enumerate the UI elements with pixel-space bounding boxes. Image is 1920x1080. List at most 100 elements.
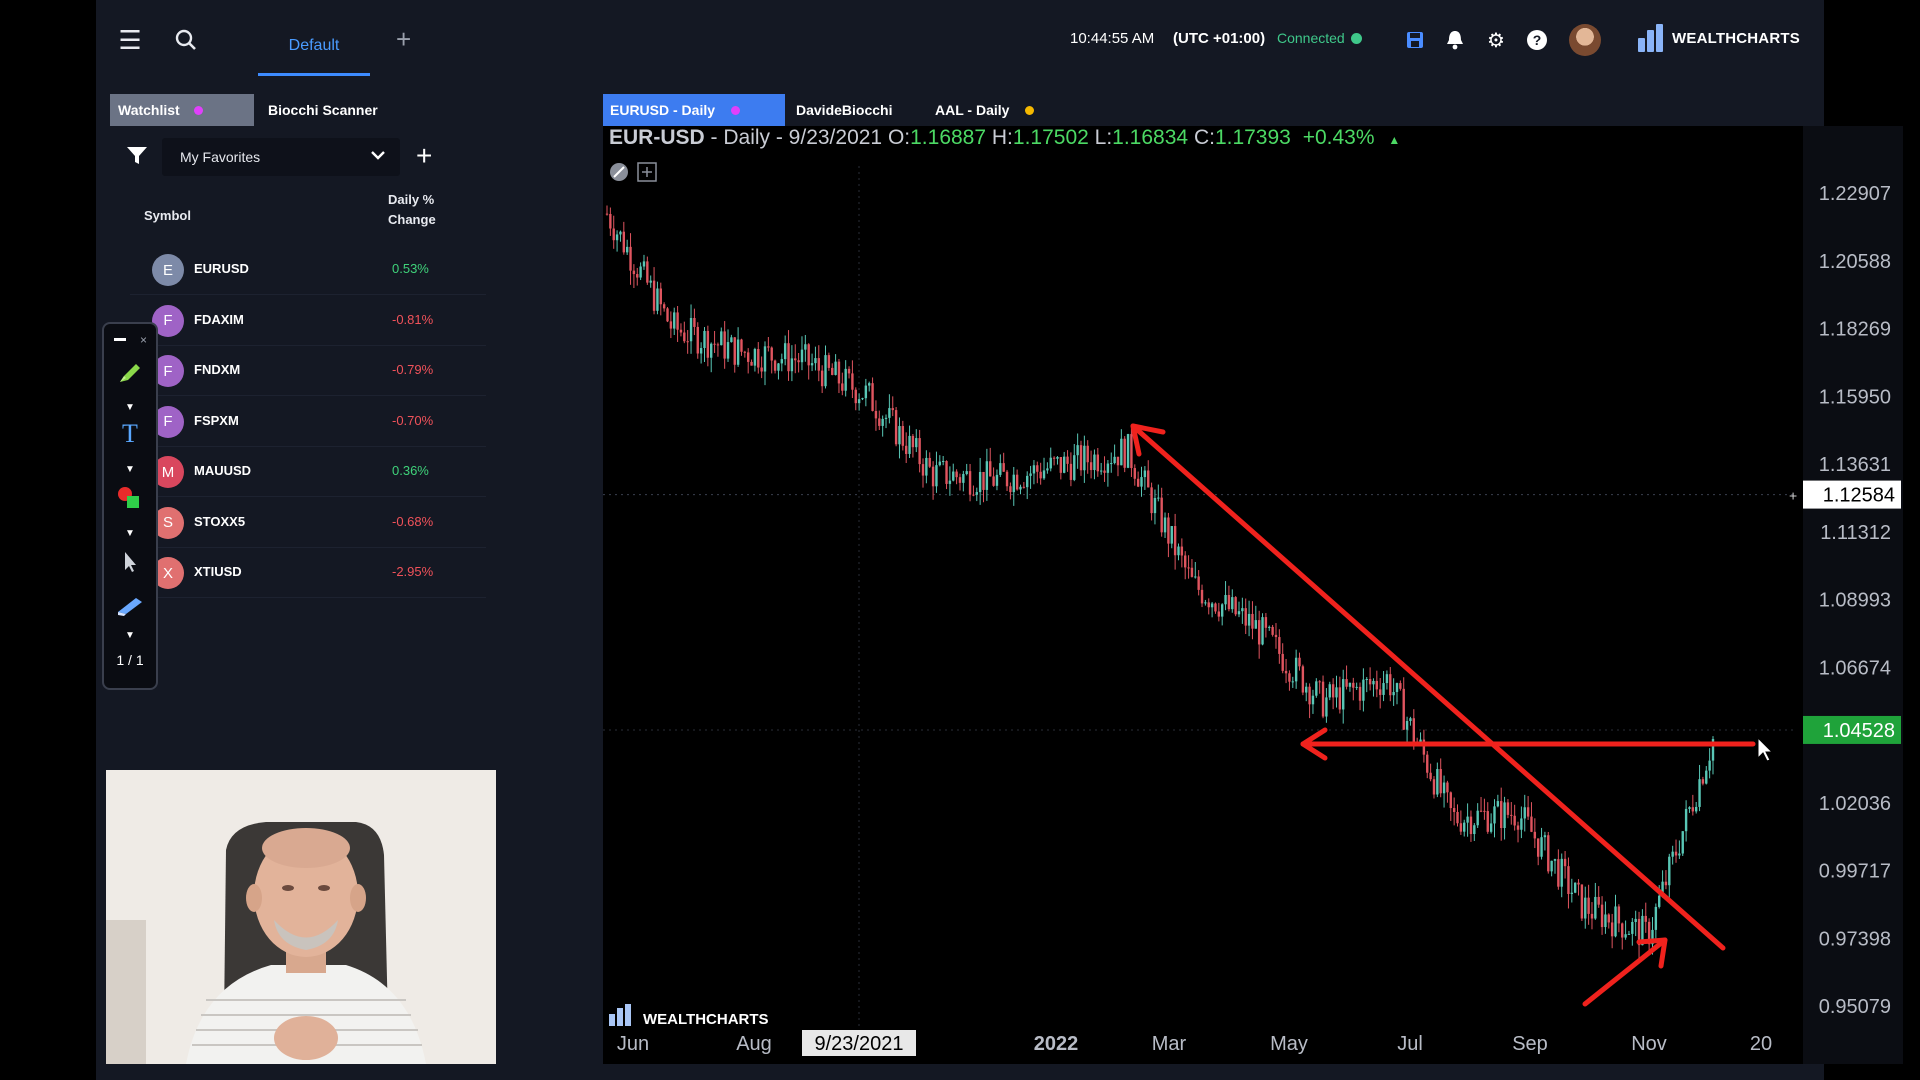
- watchlist-row[interactable]: X XTIUSD -2.95%: [130, 547, 486, 598]
- candle-body: [1110, 463, 1113, 465]
- candle-body: [1073, 455, 1076, 480]
- candle-body: [1560, 858, 1563, 887]
- gear-icon[interactable]: ⚙: [1482, 26, 1510, 54]
- hamburger-icon[interactable]: ☰: [112, 22, 148, 58]
- pointer-icon[interactable]: [104, 550, 156, 574]
- candle-body: [1634, 918, 1637, 922]
- help-icon[interactable]: ?: [1523, 26, 1551, 54]
- candle-body: [1698, 779, 1701, 807]
- filter-icon[interactable]: [126, 146, 148, 171]
- search-icon[interactable]: [168, 22, 204, 58]
- shapes-tool-icon[interactable]: [104, 484, 156, 512]
- candle-body: [1237, 611, 1241, 615]
- candle-body: [1227, 595, 1231, 610]
- candle-body: [1247, 613, 1251, 626]
- text-tool-icon[interactable]: T: [104, 420, 156, 446]
- x-tick-label: 20: [1750, 1033, 1772, 1055]
- candle-body: [659, 288, 662, 305]
- y-tick-label: 1.11312: [1820, 522, 1891, 544]
- tab-biocchi-scanner[interactable]: Biocchi Scanner: [268, 94, 378, 126]
- candle-body: [1550, 860, 1553, 872]
- y-tick-label: 1.20588: [1819, 251, 1891, 273]
- expand-arrow-icon[interactable]: ▼: [104, 528, 156, 539]
- watchlist-select[interactable]: My Favorites: [162, 138, 400, 176]
- y-tick-label: 1.13631: [1819, 454, 1891, 476]
- candle-body: [1234, 597, 1237, 615]
- candle-body: [1600, 904, 1604, 928]
- watchlist-row[interactable]: F FNDXM -0.79%: [130, 345, 486, 396]
- symbol-name: MAUUSD: [194, 463, 252, 478]
- candle-body: [649, 280, 652, 283]
- symbol-name: EURUSD: [194, 261, 249, 276]
- x-tick-label: Sep: [1512, 1033, 1548, 1055]
- expand-arrow-icon[interactable]: ▼: [104, 464, 156, 475]
- candle-body: [1342, 679, 1345, 710]
- chart-canvas[interactable]: 1.22907 1.20588 1.18269 1.15950 1.13631 1.113…: [603, 126, 1903, 1064]
- symbol-name: FSPXM: [194, 412, 239, 428]
- candle-body: [750, 361, 753, 366]
- watchlist-row[interactable]: M MAUUSD 0.36%: [130, 446, 486, 497]
- minimize-icon[interactable]: ×: [104, 332, 156, 348]
- candle-body: [901, 426, 905, 446]
- candle-body: [1153, 498, 1157, 514]
- candle-body: [1500, 801, 1503, 828]
- watchlist-row[interactable]: F FSPXM -0.70%: [130, 396, 486, 447]
- candle-body: [1607, 914, 1610, 923]
- user-avatar[interactable]: [1569, 24, 1601, 56]
- highlighter-icon[interactable]: [104, 358, 156, 386]
- candle-body: [834, 361, 837, 375]
- candle-body: [1405, 720, 1409, 730]
- candle-body: [1184, 555, 1187, 568]
- expand-arrow-icon[interactable]: ▼: [104, 402, 156, 413]
- candle-body: [1691, 807, 1695, 812]
- add-symbol-icon[interactable]: +: [416, 140, 432, 172]
- candle-body: [733, 337, 736, 365]
- candle-body: [1395, 683, 1399, 693]
- tab-davidebiocchi[interactable]: DavideBiocchi: [796, 94, 892, 126]
- candle-body: [1584, 897, 1587, 919]
- daily-change: -0.68%: [392, 513, 434, 529]
- candle-body: [703, 330, 706, 349]
- candle-body: [1382, 683, 1385, 695]
- candle-body: [1674, 851, 1678, 856]
- mouse-cursor-icon: [1757, 736, 1774, 762]
- chevron-down-icon: [370, 148, 386, 164]
- candle-body: [730, 337, 733, 343]
- candle-body: [1331, 684, 1335, 698]
- candle-body: [948, 480, 952, 484]
- candle-body: [1009, 486, 1012, 493]
- clock: 10:44:55 AM: [1070, 30, 1155, 47]
- watchlist-row[interactable]: F FDAXIM -0.81%: [130, 295, 486, 346]
- candle-body: [1570, 892, 1574, 894]
- candle-body: [1244, 608, 1247, 626]
- candle-body: [978, 471, 982, 493]
- candle-body: [857, 399, 861, 404]
- candle-body: [646, 261, 649, 283]
- symbol-name: XTIUSD: [194, 564, 242, 579]
- candle-body: [632, 270, 636, 275]
- x-tick-label: Mar: [1152, 1033, 1187, 1055]
- eraser-tool-icon[interactable]: [104, 592, 156, 618]
- candle-body: [1207, 602, 1210, 608]
- candle-body: [1200, 589, 1204, 604]
- tab-watchlist[interactable]: Watchlist: [110, 94, 254, 126]
- candle-body: [790, 358, 794, 372]
- tab-aal-daily[interactable]: AAL - Daily: [935, 94, 1035, 126]
- expand-arrow-icon[interactable]: ▼: [104, 630, 156, 641]
- watchlist-row[interactable]: E EURUSD 0.53%: [130, 244, 486, 295]
- candle-body: [800, 349, 804, 363]
- candle-body: [985, 461, 989, 490]
- candle-body: [1594, 896, 1597, 919]
- candle-body: [941, 461, 945, 463]
- bell-icon[interactable]: [1441, 26, 1469, 54]
- watchlist-row[interactable]: S STOXX5 -0.68%: [130, 497, 486, 548]
- save-icon[interactable]: [1401, 26, 1429, 54]
- candle-body: [1617, 906, 1621, 924]
- tab-eurusd-daily[interactable]: EURUSD - Daily: [603, 94, 785, 126]
- watermark-bar: [625, 1004, 631, 1026]
- layout-tab-default[interactable]: Default: [258, 18, 370, 76]
- add-layout-icon[interactable]: +: [396, 24, 411, 55]
- candle-body: [824, 355, 827, 387]
- candle-body: [911, 435, 915, 448]
- price-chart[interactable]: EUR-USD - Daily - 9/23/2021 O:1.16887 H:…: [603, 126, 1903, 1064]
